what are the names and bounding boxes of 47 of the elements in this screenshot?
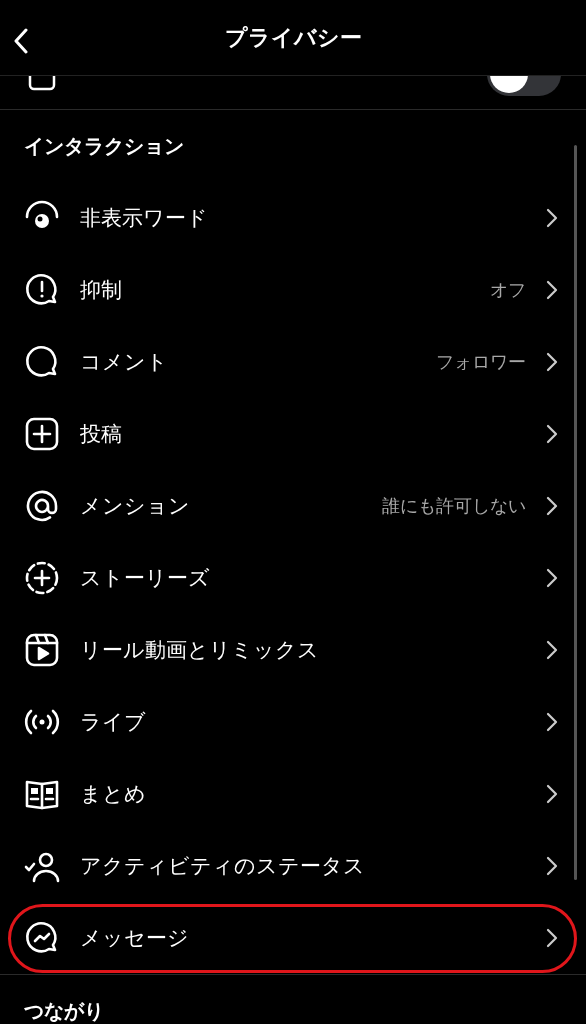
settings-item[interactable]: ストーリーズ [0, 542, 586, 614]
item-value: オフ [490, 278, 526, 302]
item-label: メッセージ [80, 925, 190, 952]
item-label: メンション [80, 493, 191, 520]
at-sign-icon [24, 488, 60, 524]
item-label: ストーリーズ [80, 565, 211, 592]
settings-item[interactable]: ライブ [0, 686, 586, 758]
item-value: 誰にも許可しない [382, 494, 526, 518]
item-label: リール動画とリミックス [80, 637, 320, 664]
dashed-plus-circle-icon [24, 560, 60, 596]
plus-square-icon [24, 416, 60, 452]
chevron-icon [546, 568, 558, 588]
section-heading: インタラクション [24, 132, 184, 160]
item-label: 投稿 [80, 421, 123, 448]
back-icon[interactable] [14, 28, 28, 54]
item-label: アクティビティのステータス [80, 853, 366, 880]
chevron-icon [546, 208, 558, 228]
settings-item[interactable]: メンション 誰にも許可しない [0, 470, 586, 542]
chevron-icon [546, 784, 558, 804]
item-label: ライブ [80, 709, 147, 736]
page-title: プライバシー [224, 23, 362, 52]
item-label: 非表示ワード [80, 205, 209, 232]
comment-bubble-icon [24, 344, 60, 380]
item-label: まとめ [80, 781, 147, 808]
chevron-icon [546, 424, 558, 444]
chevron-icon [546, 280, 558, 300]
settings-item[interactable]: リール動画とリミックス [0, 614, 586, 686]
chevron-icon [546, 352, 558, 372]
chevron-icon [546, 496, 558, 516]
settings-item[interactable]: 非表示ワード [0, 182, 586, 254]
play-frame-icon [24, 632, 60, 668]
chevron-icon [546, 712, 558, 732]
item-label: コメント [80, 349, 169, 376]
item-value: フォロワー [436, 350, 526, 374]
settings-item[interactable]: コメント フォロワー [0, 326, 586, 398]
settings-item[interactable]: メッセージ [0, 902, 586, 974]
chevron-icon [546, 928, 558, 948]
alert-bubble-icon [24, 272, 60, 308]
settings-item[interactable]: 投稿 [0, 398, 586, 470]
settings-item[interactable]: アクティビティのステータス [0, 830, 586, 902]
settings-item[interactable]: まとめ [0, 758, 586, 830]
item-label: 抑制 [80, 277, 123, 304]
chevron-icon [546, 856, 558, 876]
section-heading: つながり [24, 1000, 104, 1023]
settings-item[interactable]: 抑制 オフ [0, 254, 586, 326]
chevron-icon [546, 640, 558, 660]
messenger-bubble-icon [24, 920, 60, 956]
